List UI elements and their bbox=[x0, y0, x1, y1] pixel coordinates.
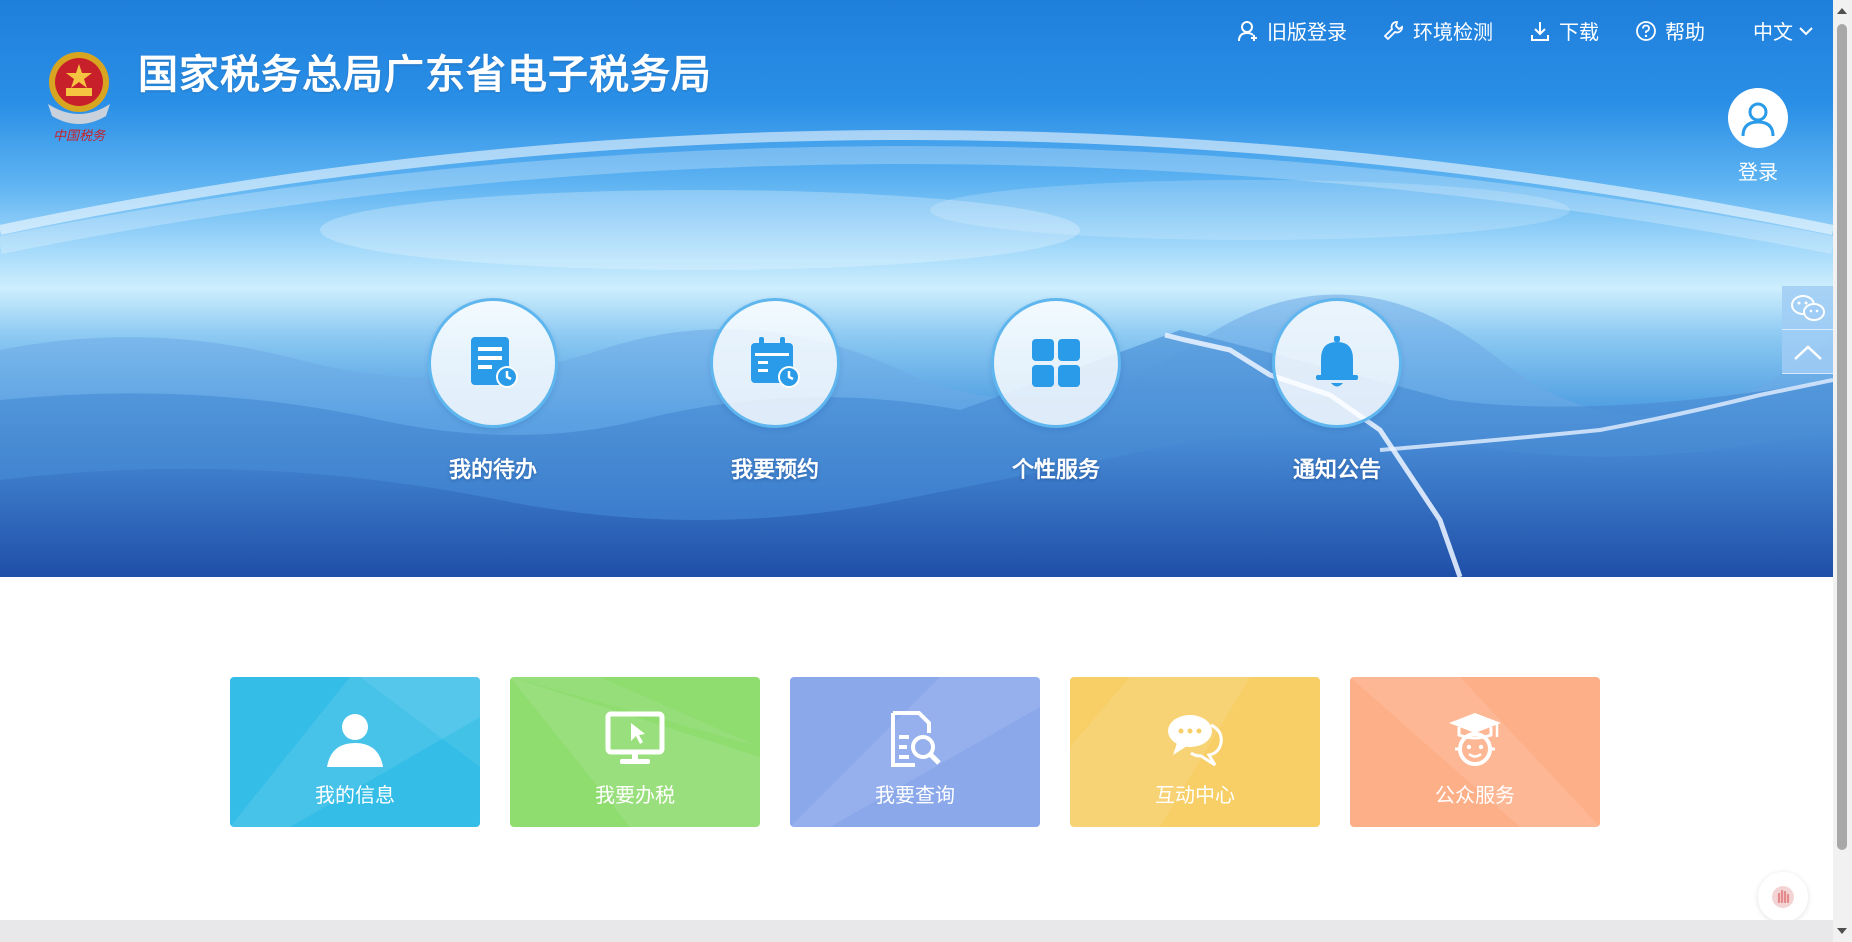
quick-link-notice-label: 通知公告 bbox=[1292, 458, 1381, 483]
card-icon-wrap bbox=[1445, 709, 1505, 769]
login-label: 登录 bbox=[1738, 160, 1778, 184]
env-check-link[interactable]: 环境检测 bbox=[1383, 16, 1493, 45]
help-label: 帮助 bbox=[1665, 20, 1705, 44]
card-public-service[interactable]: 公众服务 bbox=[1350, 677, 1600, 827]
help-circle-icon bbox=[1636, 20, 1656, 41]
quick-link-circle bbox=[991, 298, 1121, 428]
hero-banner: 中国税务 国家税务总局广东省电子税务局 旧版登录 环境检测 下载 帮助 中文 登… bbox=[0, 0, 1833, 577]
legacy-login-link[interactable]: 旧版登录 bbox=[1237, 16, 1347, 45]
scroll-up-arrow-icon[interactable] bbox=[1837, 8, 1847, 14]
tax-bureau-emblem-logo: 中国税务 bbox=[36, 44, 122, 144]
calendar-clock-icon bbox=[751, 337, 800, 388]
login-button[interactable]: 登录 bbox=[1728, 88, 1788, 185]
card-tax-handling[interactable]: 我要办税 bbox=[510, 677, 760, 827]
quick-link-appointment-label: 我要预约 bbox=[730, 458, 819, 483]
quick-link-circle bbox=[710, 298, 840, 428]
card-my-info-label: 我的信息 bbox=[315, 783, 395, 807]
user-avatar-icon bbox=[1741, 102, 1775, 137]
chevron-up-icon bbox=[1793, 344, 1822, 360]
download-label: 下载 bbox=[1559, 20, 1599, 44]
svg-text:中国税务: 中国税务 bbox=[53, 129, 106, 144]
quick-link-personal-service[interactable]: 个性服务 bbox=[989, 298, 1123, 484]
footer-strip bbox=[0, 920, 1833, 942]
card-query-label: 我要查询 bbox=[875, 783, 955, 807]
card-interaction-center-label: 互动中心 bbox=[1155, 783, 1235, 807]
page: 中国税务 国家税务总局广东省电子税务局 旧版登录 环境检测 下载 帮助 中文 登… bbox=[0, 0, 1852, 942]
scroll-down-arrow-icon[interactable] bbox=[1837, 928, 1847, 934]
download-link[interactable]: 下载 bbox=[1529, 16, 1599, 45]
download-icon bbox=[1531, 21, 1549, 41]
avatar bbox=[1728, 88, 1788, 148]
card-icon-wrap bbox=[325, 709, 385, 769]
service-cards: 我的信息 我要办税 我要查询 互动中心 公众服务 bbox=[230, 677, 1600, 827]
chat-bubbles-icon bbox=[1168, 715, 1223, 767]
card-icon-wrap bbox=[885, 709, 945, 769]
monitor-cursor-icon bbox=[605, 711, 665, 764]
quick-link-circle bbox=[428, 298, 558, 428]
quick-link-todo[interactable]: 我的待办 bbox=[426, 298, 560, 484]
bell-icon bbox=[1316, 336, 1358, 387]
person-icon bbox=[327, 714, 383, 767]
back-to-top-button[interactable] bbox=[1782, 330, 1833, 374]
chevron-down-icon bbox=[1799, 26, 1813, 35]
document-search-icon bbox=[891, 711, 941, 767]
user-plus-icon bbox=[1238, 20, 1257, 41]
graduate-icon bbox=[1449, 713, 1501, 766]
side-toolbar bbox=[1782, 286, 1833, 374]
quick-link-appointment[interactable]: 我要预约 bbox=[708, 298, 842, 484]
card-my-info[interactable]: 我的信息 bbox=[230, 677, 480, 827]
grid-icon bbox=[1032, 339, 1080, 387]
card-interaction-center[interactable]: 互动中心 bbox=[1070, 677, 1320, 827]
card-public-service-label: 公众服务 bbox=[1435, 783, 1515, 807]
card-query[interactable]: 我要查询 bbox=[790, 677, 1040, 827]
help-link[interactable]: 帮助 bbox=[1635, 16, 1705, 45]
wechat-button[interactable] bbox=[1782, 286, 1833, 330]
quick-link-personal-service-label: 个性服务 bbox=[1011, 458, 1100, 483]
language-select[interactable]: 中文 bbox=[1753, 16, 1813, 45]
quick-link-circle bbox=[1272, 298, 1402, 428]
wrench-icon bbox=[1383, 20, 1403, 40]
wechat-icon bbox=[1790, 294, 1825, 321]
card-icon-wrap bbox=[605, 709, 665, 769]
vertical-scrollbar[interactable] bbox=[1833, 0, 1852, 942]
floating-assist-button[interactable] bbox=[1758, 872, 1808, 922]
top-navigation: 旧版登录 环境检测 下载 帮助 中文 bbox=[1201, 16, 1813, 45]
language-label: 中文 bbox=[1753, 20, 1793, 44]
quick-link-notice[interactable]: 通知公告 bbox=[1270, 298, 1404, 484]
card-tax-handling-label: 我要办税 bbox=[595, 783, 675, 807]
todo-document-icon bbox=[471, 337, 518, 388]
env-check-label: 环境检测 bbox=[1413, 20, 1493, 44]
hand-icon bbox=[1772, 886, 1794, 908]
legacy-login-label: 旧版登录 bbox=[1267, 20, 1347, 44]
card-icon-wrap bbox=[1165, 709, 1225, 769]
quick-link-todo-label: 我的待办 bbox=[448, 458, 537, 483]
site-title: 国家税务总局广东省电子税务局 bbox=[138, 52, 712, 98]
scrollbar-thumb[interactable] bbox=[1837, 24, 1847, 850]
